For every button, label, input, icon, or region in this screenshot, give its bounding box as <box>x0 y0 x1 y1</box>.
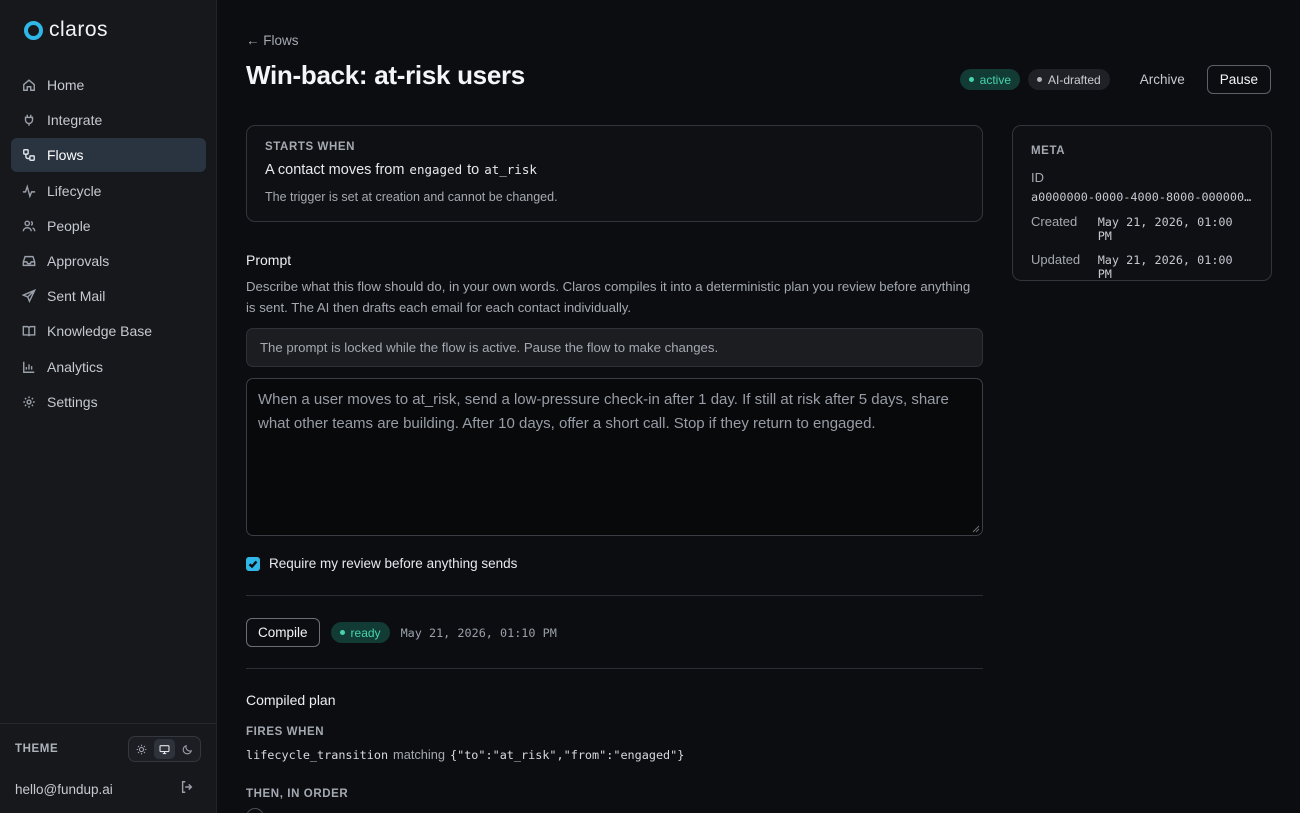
logout-icon[interactable] <box>180 780 194 799</box>
compile-timestamp: May 21, 2026, 01:10 PM <box>400 625 557 640</box>
trigger-note: The trigger is set at creation and canno… <box>265 190 558 204</box>
brand-name: claros <box>49 18 109 41</box>
home-icon <box>22 78 36 92</box>
sidebar-item-people[interactable]: People <box>11 209 206 243</box>
prompt-title: Prompt <box>246 252 292 268</box>
prompt-description: Describe what this flow should do, in yo… <box>246 279 971 315</box>
trigger-description: A contact moves from engaged to at_risk <box>265 162 537 178</box>
brand-logo[interactable]: claros <box>24 18 108 42</box>
sidebar-item-sent-mail[interactable]: Sent Mail <box>11 279 206 313</box>
meta-created-value: May 21, 2026, 01:00 PM <box>1097 215 1233 243</box>
checkbox-checked-icon[interactable] <box>246 556 260 571</box>
book-icon <box>22 324 36 338</box>
divider <box>246 668 983 669</box>
meta-created-label: Created <box>1031 214 1078 229</box>
to-state: at_risk <box>484 162 537 177</box>
header-actions: active AI-drafted Archive Pause <box>959 65 1271 94</box>
sidebar-footer: THEME hello@fundup.ai <box>0 723 216 799</box>
sidebar-item-home[interactable]: Home <box>11 68 206 102</box>
event-match: {"to":"at_risk","from":"engaged"} <box>449 748 685 762</box>
divider <box>246 595 983 596</box>
sidebar-item-label: People <box>47 217 91 234</box>
sidebar-item-analytics[interactable]: Analytics <box>11 350 206 384</box>
gear-icon <box>22 395 36 409</box>
from-state: engaged <box>409 162 463 177</box>
sidebar: claros Home Integrate Flows Lifecycle Pe… <box>0 0 217 813</box>
main-content: ← Flows Win-back: at-risk users active A… <box>217 0 1300 813</box>
compile-button[interactable]: Compile <box>246 618 320 647</box>
event-name: lifecycle_transition <box>246 748 389 762</box>
user-email: hello@fundup.ai <box>15 782 113 797</box>
ai-drafted-badge: AI-drafted <box>1028 69 1110 90</box>
sidebar-item-label: Sent Mail <box>47 288 106 305</box>
pulse-icon <box>22 183 36 198</box>
back-link[interactable]: ← Flows <box>246 33 299 48</box>
starts-when-caption: STARTS WHEN <box>265 141 356 153</box>
sidebar-item-label: Flows <box>47 147 84 164</box>
sidebar-item-lifecycle[interactable]: Lifecycle <box>11 174 206 208</box>
sidebar-item-label: Lifecycle <box>47 182 102 199</box>
sidebar-nav: Home Integrate Flows Lifecycle People Ap… <box>11 68 206 420</box>
meta-updated-value: May 21, 2026, 01:00 PM <box>1097 253 1233 281</box>
send-icon <box>22 289 36 304</box>
moon-icon[interactable] <box>177 739 198 759</box>
people-icon <box>22 219 36 233</box>
meta-caption: META <box>1031 145 1066 157</box>
prompt-locked-notice: The prompt is locked while the flow is a… <box>246 328 983 367</box>
starts-when-card: STARTS WHEN A contact moves from engaged… <box>246 125 983 222</box>
logo-icon <box>24 20 43 40</box>
sidebar-item-settings[interactable]: Settings <box>11 385 206 419</box>
theme-label: THEME <box>15 743 59 755</box>
inbox-icon <box>22 254 36 268</box>
sidebar-item-label: Home <box>47 77 85 93</box>
page-title: Win-back: at-risk users <box>246 60 525 90</box>
meta-updated-label: Updated <box>1031 252 1081 267</box>
prompt-textarea[interactable]: When a user moves to at_risk, send a low… <box>246 378 983 536</box>
sidebar-item-label: Approvals <box>47 252 110 269</box>
require-review-checkbox[interactable]: Require my review before anything sends <box>246 556 517 571</box>
compile-status-badge: ready <box>330 622 390 643</box>
flows-icon <box>22 148 36 162</box>
archive-button[interactable]: Archive <box>1136 72 1189 87</box>
sidebar-item-flows[interactable]: Flows <box>11 138 206 173</box>
sidebar-item-label: Settings <box>47 393 98 410</box>
bar-chart-icon <box>22 360 36 374</box>
require-review-label: Require my review before anything sends <box>269 556 518 571</box>
sun-icon[interactable] <box>131 739 152 759</box>
meta-id-value: a0000000-0000-4000-8000-000000… <box>1031 190 1252 204</box>
meta-id-label: ID <box>1031 170 1044 185</box>
plug-icon <box>22 113 36 127</box>
sidebar-item-integrate[interactable]: Integrate <box>11 103 206 137</box>
sidebar-item-approvals[interactable]: Approvals <box>11 244 206 278</box>
status-badge: active <box>959 69 1020 90</box>
compiled-plan-title: Compiled plan <box>246 692 336 708</box>
sidebar-item-label: Analytics <box>47 358 104 375</box>
fires-when-rule: lifecycle_transition matching {"to":"at_… <box>246 747 685 762</box>
meta-card: META ID a0000000-0000-4000-8000-000000… … <box>1012 125 1272 281</box>
theme-toggle <box>128 736 201 762</box>
sidebar-item-label: Knowledge Base <box>47 323 153 340</box>
sidebar-item-label: Integrate <box>47 112 103 129</box>
fires-when-caption: FIRES WHEN <box>246 726 325 738</box>
resize-handle-icon[interactable] <box>972 525 980 533</box>
sidebar-item-knowledge-base[interactable]: Knowledge Base <box>11 314 206 348</box>
then-in-order-caption: THEN, IN ORDER <box>246 788 349 800</box>
compile-row: Compile ready May 21, 2026, 01:10 PM <box>246 618 557 647</box>
pause-button[interactable]: Pause <box>1206 65 1271 94</box>
monitor-icon[interactable] <box>154 739 175 759</box>
step-marker <box>246 808 264 813</box>
